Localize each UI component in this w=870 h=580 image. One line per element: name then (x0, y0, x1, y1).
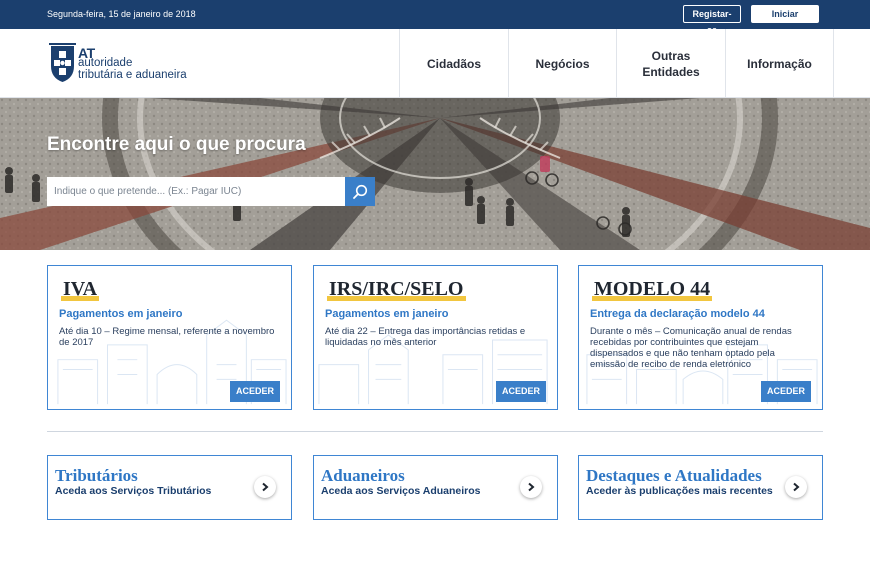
at-logo[interactable]: AT autoridade tributária e aduaneira (48, 42, 208, 86)
nav-informacao[interactable]: Informação (725, 29, 834, 98)
card-aceder-button[interactable]: ACEDER (229, 381, 280, 402)
hero-banner: Encontre aqui o que procura (0, 98, 870, 250)
card-irs-irc-selo: IRS/IRC/SELO Pagamentos em janeiro Até d… (313, 265, 558, 410)
top-bar: Segunda-feira, 15 de janeiro de 2018 Reg… (0, 0, 870, 35)
compass-rose-pavement-image (0, 98, 870, 250)
link-subtitle: Aceder às publicações mais recentes (586, 485, 773, 497)
card-subtitle: Pagamentos em janeiro (325, 308, 449, 320)
main-nav: Cidadãos Negócios Outras Entidades Inform… (399, 29, 834, 98)
card-aceder-button[interactable]: ACEDER (495, 381, 546, 402)
link-aduaneiros[interactable]: Aduaneiros Aceda aos Serviços Aduaneiros (313, 455, 558, 520)
nav-outras-entidades-label: Outras Entidades (642, 48, 700, 79)
card-modelo-44: MODELO 44 Entrega da declaração modelo 4… (578, 265, 823, 410)
current-date: Segunda-feira, 15 de janeiro de 2018 (47, 9, 196, 19)
nav-outras-entidades[interactable]: Outras Entidades (616, 29, 725, 98)
card-text: Até dia 22 – Entrega das importâncias re… (325, 326, 526, 348)
link-title: Aduaneiros (321, 466, 405, 485)
card-iva: IVA Pagamentos em janeiro Até dia 10 – R… (47, 265, 292, 410)
link-title: Destaques e Atualidades (586, 466, 762, 485)
section-divider (47, 431, 823, 432)
login-button[interactable]: Iniciar Sessão (751, 5, 819, 35)
card-title: IVA (61, 278, 100, 301)
link-subtitle: Aceda aos Serviços Aduaneiros (321, 485, 481, 497)
nav-cidadaos[interactable]: Cidadãos (399, 29, 508, 98)
search-button[interactable] (345, 177, 375, 206)
card-text: Até dia 10 – Regime mensal, referente a … (59, 326, 275, 348)
card-subtitle: Entrega da declaração modelo 44 (590, 308, 765, 320)
search-bar (47, 177, 375, 206)
link-subtitle: Aceda aos Serviços Tributários (55, 485, 212, 497)
link-title: Tributários (55, 466, 138, 485)
search-icon (353, 184, 368, 199)
search-input[interactable] (47, 177, 345, 206)
card-text: Durante o mês – Comunicação anual de ren… (590, 326, 792, 370)
card-title: IRS/IRC/SELO (327, 278, 466, 301)
link-tributarios[interactable]: Tributários Aceda aos Serviços Tributári… (47, 455, 292, 520)
card-aceder-button[interactable]: ACEDER (760, 381, 811, 402)
logo-line-1: autoridade (78, 57, 133, 69)
card-subtitle: Pagamentos em janeiro (59, 308, 183, 320)
logo-line-2: tributária e aduaneira (78, 69, 187, 81)
link-destaques-atualidades[interactable]: Destaques e Atualidades Aceder às public… (578, 455, 823, 520)
hero-title: Encontre aqui o que procura (47, 134, 306, 155)
chevron-right-icon[interactable] (520, 476, 542, 498)
card-title: MODELO 44 (592, 278, 713, 301)
header: AT autoridade tributária e aduaneira Cid… (0, 29, 870, 98)
coat-of-arms-icon (49, 43, 76, 82)
chevron-right-icon[interactable] (785, 476, 807, 498)
nav-negocios[interactable]: Negócios (508, 29, 616, 98)
chevron-right-icon[interactable] (254, 476, 276, 498)
register-button[interactable]: Registar-se (683, 5, 741, 35)
